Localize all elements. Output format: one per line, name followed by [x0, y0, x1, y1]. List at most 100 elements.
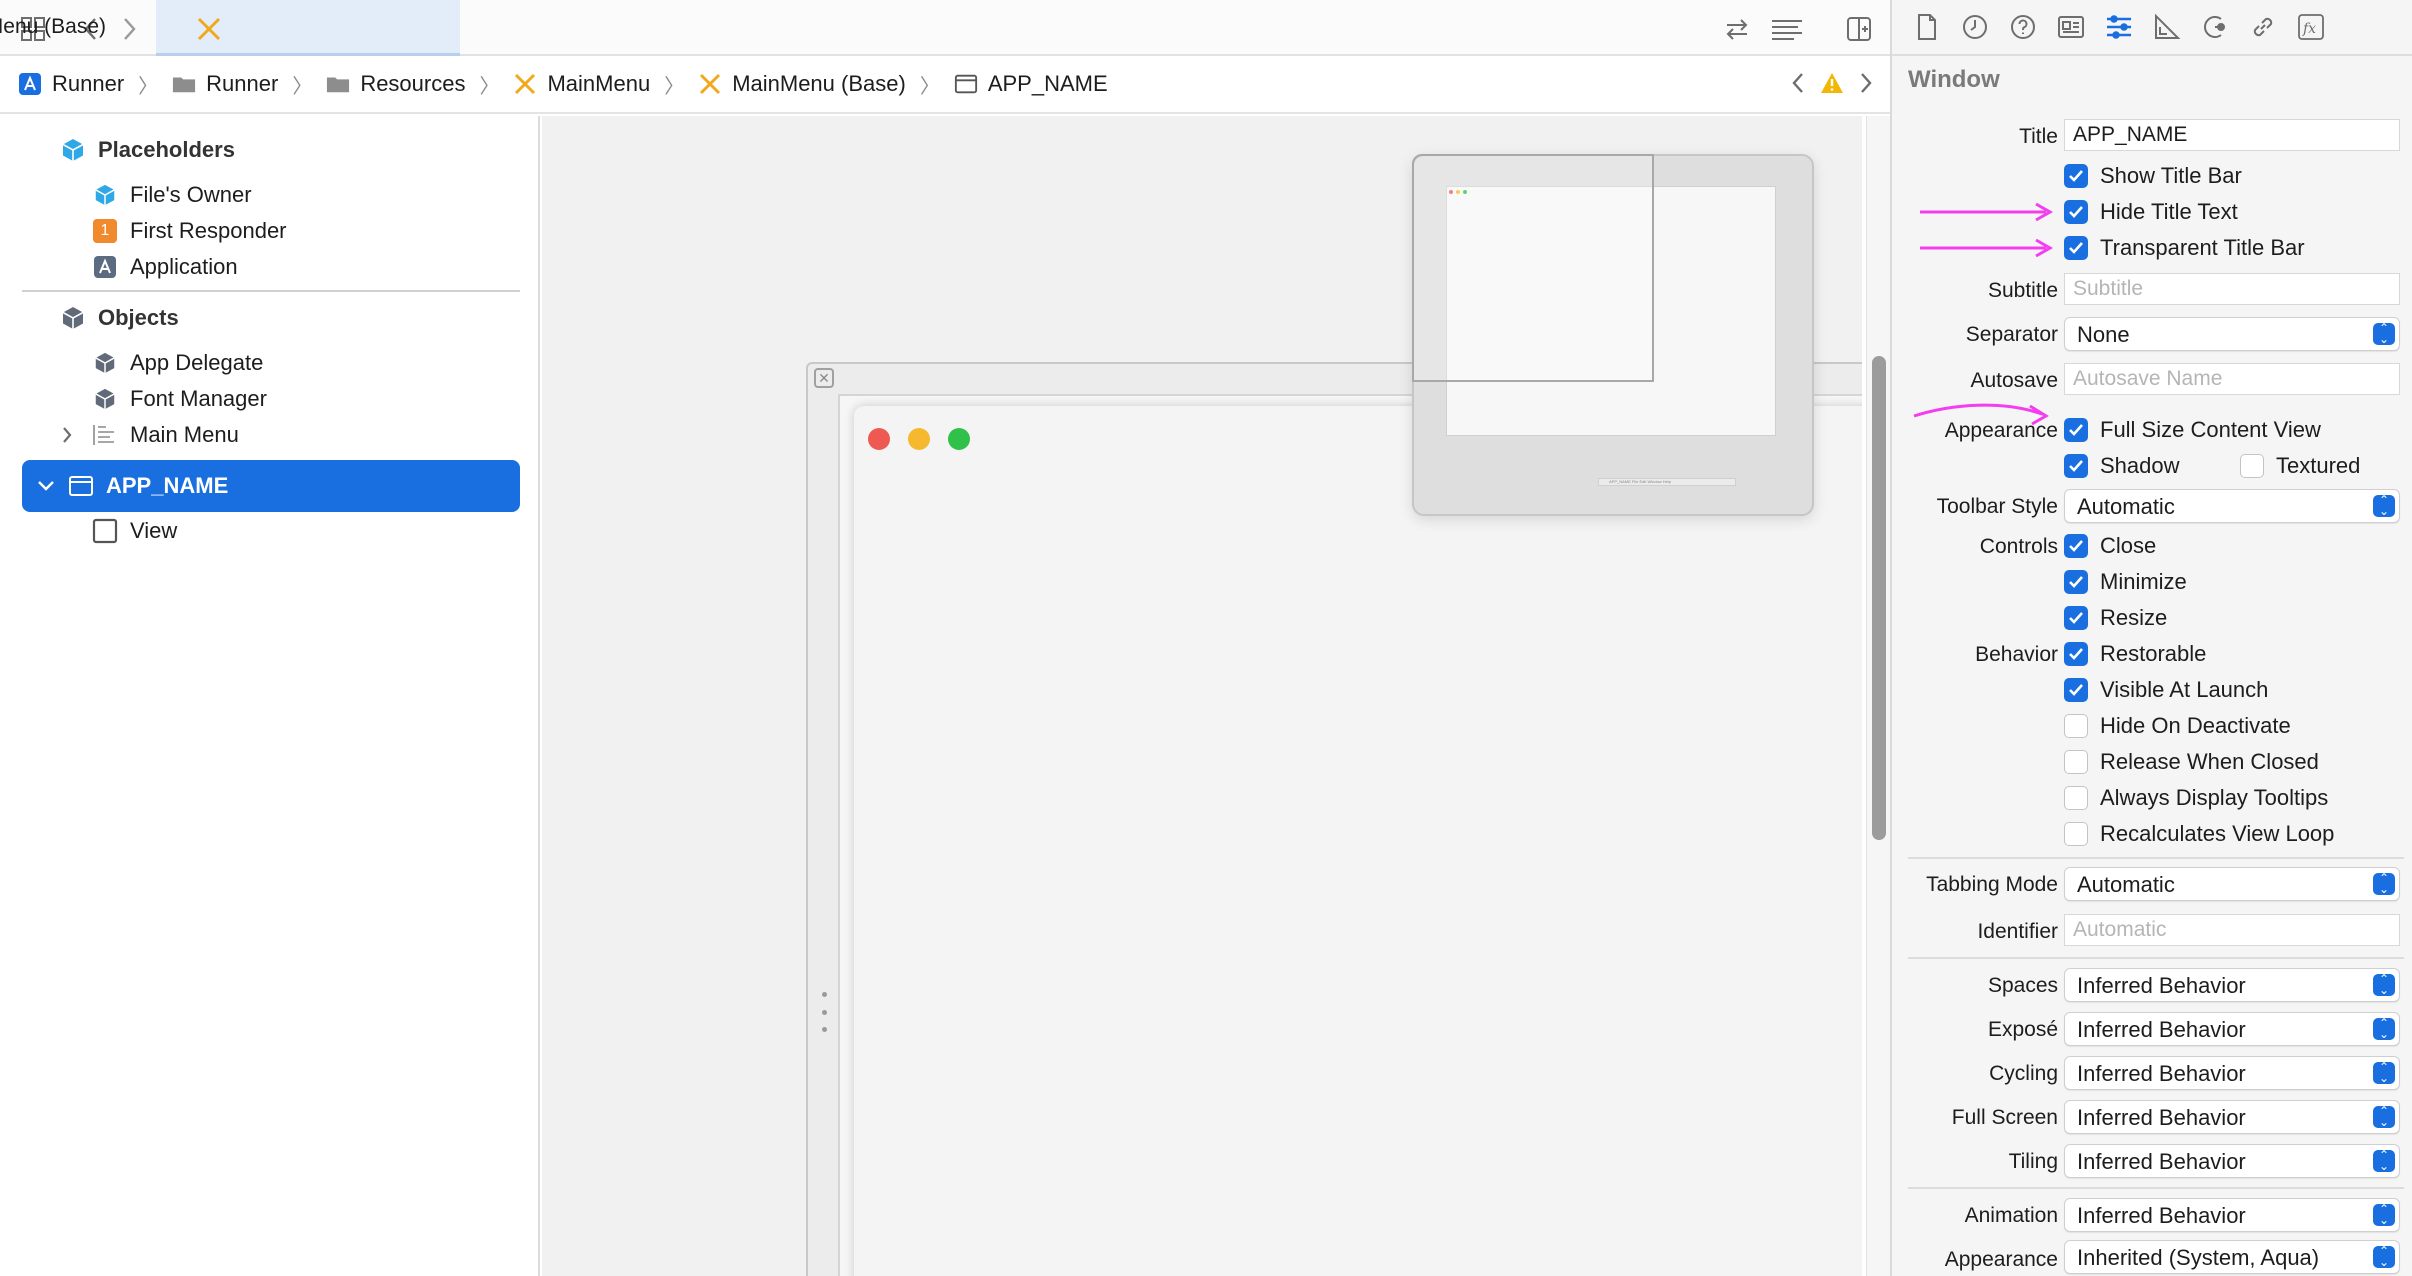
outline-item-app-name-window[interactable]: APP_NAME [22, 460, 520, 512]
popup-chevron-icon: ⌃ ⌄ [2373, 322, 2395, 345]
breadcrumb: Runner 〉 Runner 〉 Resources 〉 MainMenu 〉… [0, 56, 1890, 114]
breadcrumb-resources-folder[interactable]: Resources [326, 71, 465, 97]
document-outline: Placeholders File's Owner 1 First Respon… [0, 116, 540, 1276]
tab-mainmenu-base[interactable]: MainMenu (Base) [0, 0, 460, 56]
size-inspector-icon[interactable] [2150, 10, 2184, 44]
disclosure-chevron-down-icon[interactable] [36, 479, 56, 493]
history-clock-icon[interactable] [1958, 10, 1992, 44]
close-traffic-light[interactable] [868, 428, 890, 450]
breadcrumb-separator: 〉 [479, 75, 500, 98]
svg-text:fx: fx [2302, 21, 2316, 37]
minimize-checkbox[interactable]: Minimize [2064, 568, 2187, 596]
canvas-minimap[interactable]: APP_NAME File Edit Window Help [1412, 154, 1814, 516]
hide-on-deactivate-checkbox[interactable]: Hide On Deactivate [2064, 712, 2291, 740]
inspector-separator [1908, 857, 2404, 859]
full-size-content-view-checkbox[interactable]: Full Size Content View [2064, 416, 2321, 444]
toolbar-style-popup[interactable]: Automatic ⌃ ⌄ [2064, 489, 2400, 523]
outline-item-application[interactable]: Application [92, 250, 238, 284]
minimize-traffic-light[interactable] [908, 428, 930, 450]
zoom-traffic-light[interactable] [948, 428, 970, 450]
breadcrumb-app-name[interactable]: APP_NAME [954, 71, 1108, 97]
appearance-style-popup[interactable]: Inherited (System, Aqua) ⌃ ⌄ [2064, 1240, 2400, 1274]
outline-section-placeholders[interactable]: Placeholders [60, 133, 235, 167]
scene-close-icon[interactable]: ✕ [814, 368, 834, 388]
restorable-checkbox[interactable]: Restorable [2064, 640, 2206, 668]
scrollbar-thumb[interactable] [1872, 356, 1886, 840]
close-checkbox[interactable]: Close [2064, 532, 2156, 560]
toolbar-style-label: Toolbar Style [1936, 495, 2058, 518]
interface-builder-canvas[interactable]: ✕ APP_NAME File Edit Window Help [542, 116, 1862, 1276]
show-title-bar-checkbox[interactable]: Show Title Bar [2064, 162, 2242, 190]
appearance-label: Appearance [1944, 419, 2058, 442]
visible-at-launch-checkbox[interactable]: Visible At Launch [2064, 676, 2268, 704]
tabbing-mode-popup[interactable]: Automatic ⌃ ⌄ [2064, 867, 2400, 901]
interface-builder-icon [196, 16, 222, 48]
swap-arrows-icon[interactable] [1720, 12, 1754, 46]
inspector-tab-bar: fx [1892, 0, 2412, 56]
warning-icon[interactable] [1820, 72, 1844, 101]
outline-item-app-delegate[interactable]: App Delegate [92, 346, 263, 380]
breadcrumb-mainmenu-base[interactable]: MainMenu (Base) [698, 71, 906, 97]
forward-chevron-icon[interactable] [112, 12, 146, 46]
popup-chevron-icon: ⌃ ⌄ [2373, 1061, 2395, 1084]
file-inspector-icon[interactable] [1910, 10, 1944, 44]
animation-popup[interactable]: Inferred Behavior ⌃ ⌄ [2064, 1198, 2400, 1232]
outline-item-view[interactable]: View [92, 514, 177, 548]
separator-popup[interactable]: None ⌃ ⌄ [2064, 317, 2400, 351]
annotation-arrow-transparent-title-bar [1920, 238, 2054, 258]
shadow-checkbox[interactable]: Shadow [2064, 452, 2180, 480]
breadcrumb-runner-project[interactable]: Runner [18, 71, 124, 97]
add-editor-icon[interactable] [1842, 12, 1876, 46]
quick-help-icon[interactable] [2006, 10, 2040, 44]
window-scene-inner [838, 394, 1862, 1276]
appearance-style-label: Appearance [1944, 1248, 2058, 1271]
identifier-label: Identifier [1977, 920, 2058, 943]
tiling-popup[interactable]: Inferred Behavior ⌃ ⌄ [2064, 1144, 2400, 1178]
object-cube-icon [92, 350, 118, 376]
breadcrumb-mainmenu[interactable]: MainMenu [513, 71, 650, 97]
previous-issue-icon[interactable] [1790, 70, 1806, 103]
release-when-closed-checkbox[interactable]: Release When Closed [2064, 748, 2319, 776]
autosave-field[interactable] [2064, 363, 2400, 395]
title-field[interactable] [2064, 119, 2400, 151]
outline-item-files-owner[interactable]: File's Owner [92, 178, 252, 212]
canvas-vertical-scrollbar[interactable] [1866, 116, 1890, 1276]
outline-item-font-manager[interactable]: Font Manager [92, 382, 267, 416]
recalculates-view-loop-checkbox[interactable]: Recalculates View Loop [2064, 820, 2334, 848]
transparent-title-bar-checkbox[interactable]: Transparent Title Bar [2064, 234, 2305, 262]
full-screen-popup[interactable]: Inferred Behavior ⌃ ⌄ [2064, 1100, 2400, 1134]
object-cube-icon [60, 305, 86, 331]
checkmark-icon [2064, 606, 2088, 630]
spaces-popup[interactable]: Inferred Behavior ⌃ ⌄ [2064, 968, 2400, 1002]
attributes-inspector-icon[interactable] [2102, 10, 2136, 44]
window-content-view[interactable] [854, 406, 1862, 1276]
outline-section-objects[interactable]: Objects [60, 301, 179, 335]
breadcrumb-runner-folder[interactable]: Runner [172, 71, 278, 97]
outline-item-main-menu[interactable]: Main Menu [60, 418, 239, 452]
object-cube-icon [92, 386, 118, 412]
connections-inspector-icon[interactable] [2198, 10, 2232, 44]
inspector-section-title: Window [1908, 66, 2000, 93]
hide-title-text-checkbox[interactable]: Hide Title Text [2064, 198, 2238, 226]
cycling-label: Cycling [1989, 1062, 2058, 1085]
window-icon [954, 72, 978, 96]
resize-checkbox[interactable]: Resize [2064, 604, 2167, 632]
outline-item-first-responder[interactable]: 1 First Responder [92, 214, 287, 248]
textured-checkbox[interactable]: Textured [2240, 452, 2360, 480]
breadcrumb-separator: 〉 [664, 75, 685, 98]
minimap-visible-region[interactable] [1412, 154, 1654, 382]
expose-popup[interactable]: Inferred Behavior ⌃ ⌄ [2064, 1012, 2400, 1046]
autosave-label: Autosave [1970, 369, 2058, 392]
popup-chevron-icon: ⌃ ⌄ [2373, 1105, 2395, 1128]
always-display-tooltips-checkbox[interactable]: Always Display Tooltips [2064, 784, 2328, 812]
identifier-field[interactable] [2064, 914, 2400, 946]
editor-options-icon[interactable] [1770, 12, 1804, 46]
disclosure-chevron-right-icon[interactable] [60, 425, 80, 445]
bindings-link-icon[interactable] [2246, 10, 2280, 44]
identity-inspector-icon[interactable] [2054, 10, 2088, 44]
effects-fx-icon[interactable]: fx [2294, 10, 2328, 44]
canvas-resize-handle[interactable] [820, 992, 828, 1032]
cycling-popup[interactable]: Inferred Behavior ⌃ ⌄ [2064, 1056, 2400, 1090]
next-issue-icon[interactable] [1858, 70, 1874, 103]
subtitle-field[interactable] [2064, 273, 2400, 305]
